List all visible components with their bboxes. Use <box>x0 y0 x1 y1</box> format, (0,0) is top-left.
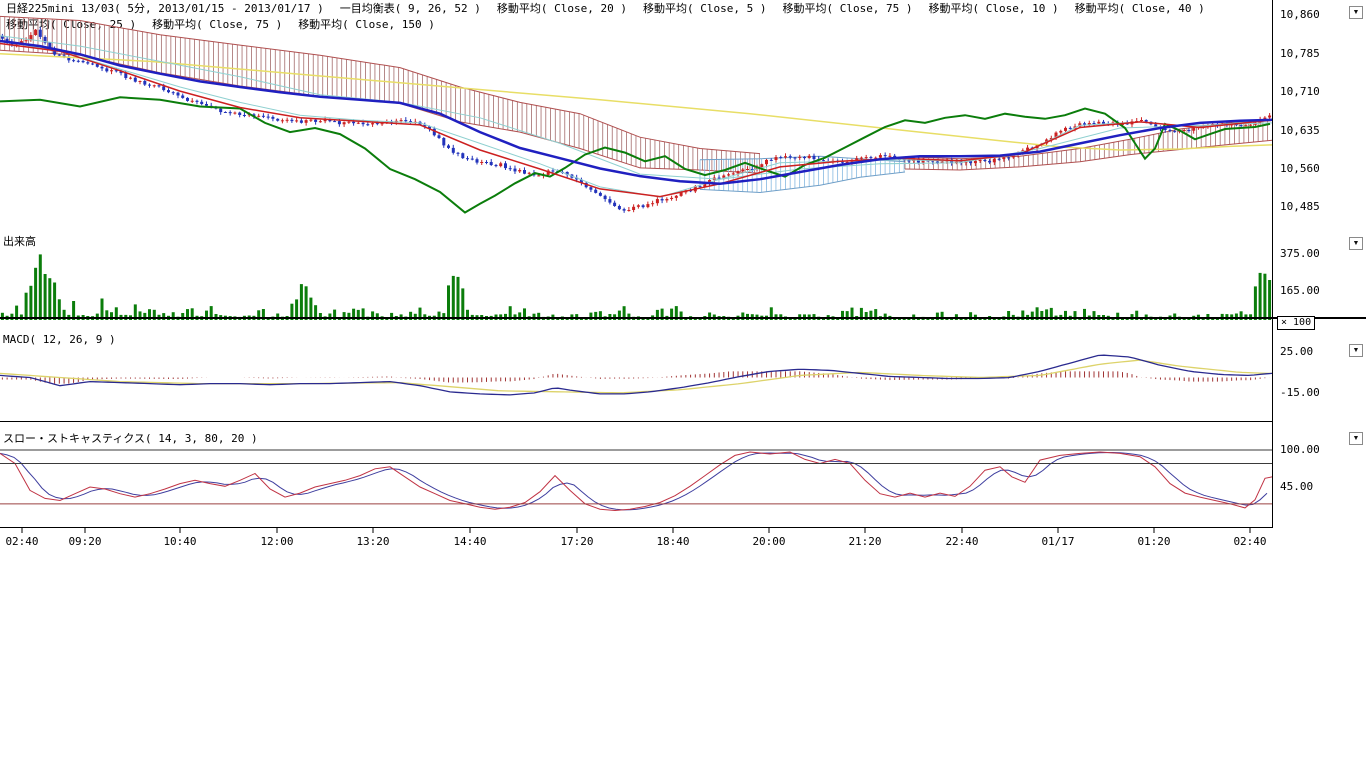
chart-area[interactable] <box>0 0 1366 768</box>
panel-scroll-down-button[interactable]: ▼ <box>1349 6 1363 19</box>
panel-scroll-down-button[interactable]: ▼ <box>1349 432 1363 445</box>
chart-plot-svg <box>0 0 1366 768</box>
chart-application-window: 日経225mini 13/03( 5分, 2013/01/15 - 2013/0… <box>0 0 1366 768</box>
panel-scroll-down-button[interactable]: ▼ <box>1349 237 1363 250</box>
stochastics-panel-label: スロー・ストキャスティクス( 14, 3, 80, 20 ) <box>3 430 258 446</box>
panel-scroll-down-button[interactable]: ▼ <box>1349 344 1363 357</box>
macd-panel-label: MACD( 12, 26, 9 ) <box>3 333 116 346</box>
volume-multiplier-badge: × 100 <box>1277 316 1315 330</box>
volume-panel-label: 出来高 <box>3 233 36 249</box>
